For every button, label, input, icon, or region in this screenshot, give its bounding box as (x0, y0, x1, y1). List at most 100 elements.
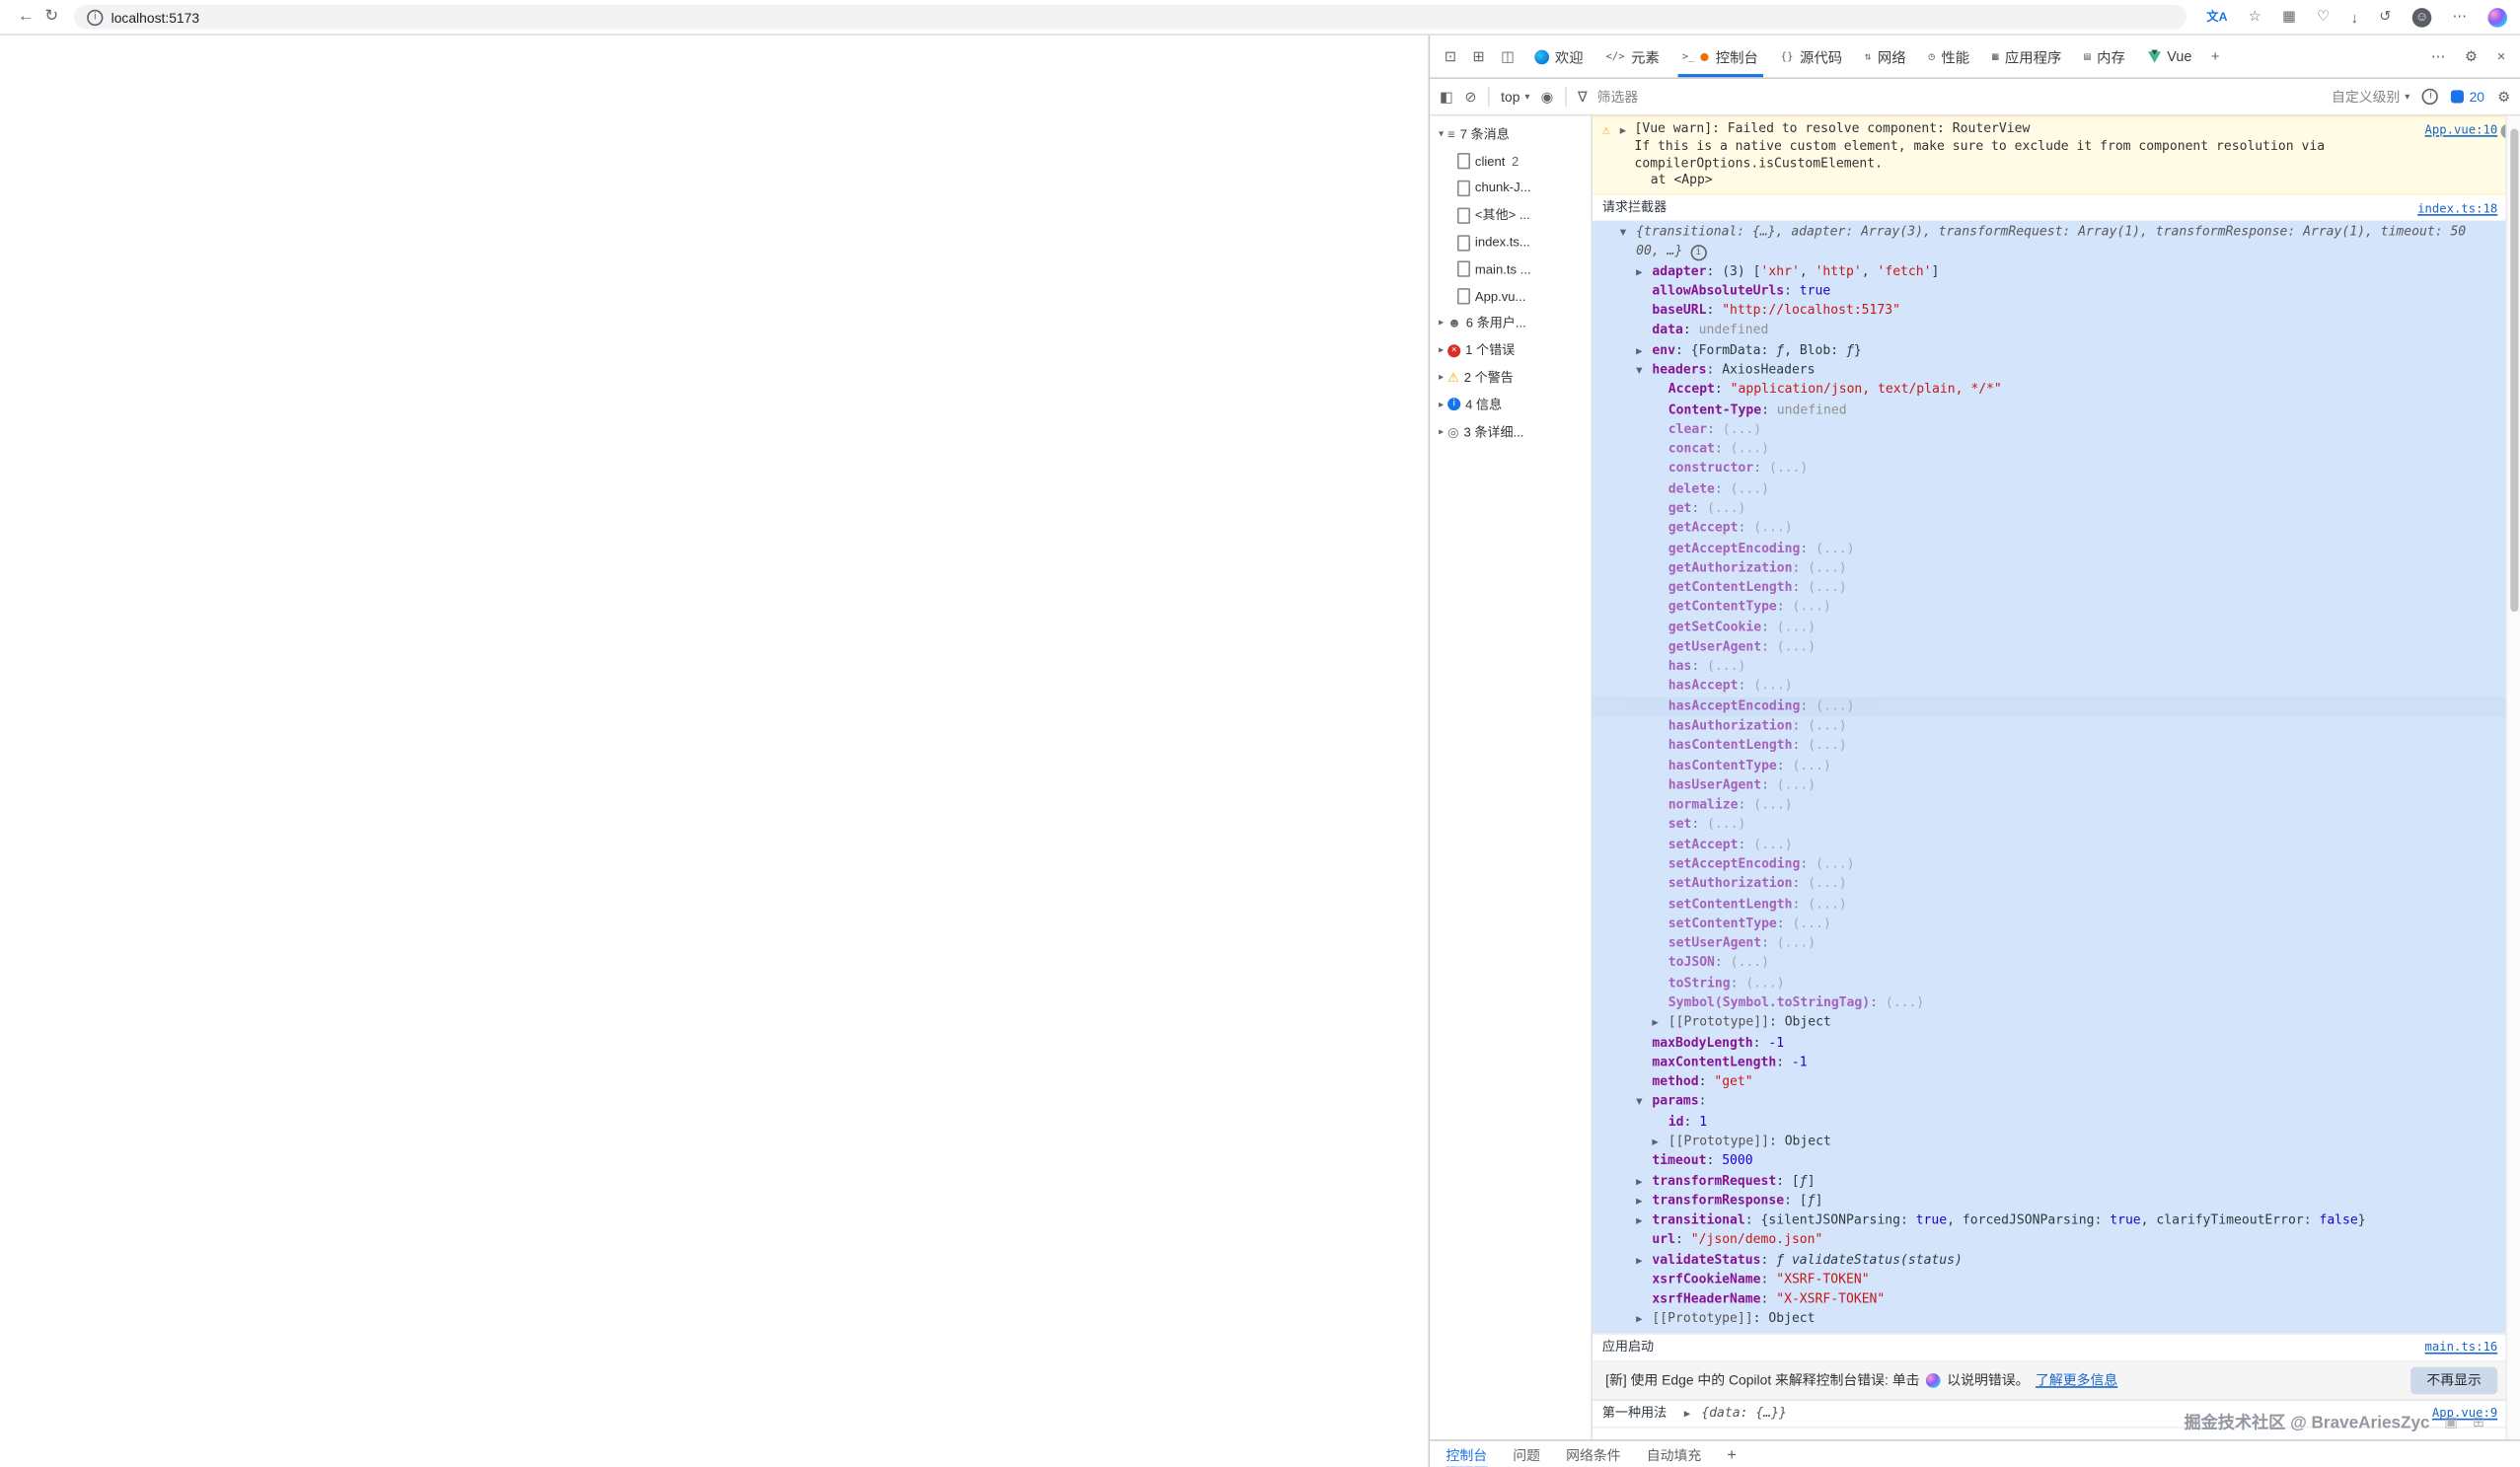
devtools-close-icon[interactable]: × (2489, 48, 2514, 64)
browser-essentials-icon[interactable]: ♡ (2317, 8, 2330, 26)
inspect-element-icon[interactable]: ⊡ (1437, 47, 1465, 65)
device-toolbar-icon[interactable]: ⊞ (1464, 47, 1493, 65)
console-info-icon[interactable]: i (2422, 89, 2438, 105)
expander-icon[interactable]: ▸ (1435, 345, 1447, 356)
profile-avatar[interactable]: ☺ (2412, 7, 2432, 27)
expander-icon[interactable]: ▾ (1435, 128, 1447, 139)
sidebar-item[interactable]: ▸◎3 条详细... (1430, 418, 1591, 445)
property-value: true (1916, 1212, 1947, 1227)
tab-sources[interactable]: {}源代码 (1769, 36, 1853, 77)
console-property-row[interactable]: ▶env: {FormData: ƒ, Blob: ƒ} (1593, 340, 2520, 360)
console-sidebar-toggle-icon[interactable]: ◧ (1440, 88, 1453, 106)
tab-performance[interactable]: ◷性能 (1917, 36, 1981, 77)
source-link[interactable]: App.vue:10 (2425, 121, 2498, 139)
console-property-row[interactable]: ▶adapter: (3) ['xhr', 'http', 'fetch'] (1593, 261, 2520, 281)
drawer-tab[interactable]: 自动填充 (1647, 1441, 1702, 1467)
property-value: "http://localhost:5173" (1722, 303, 1900, 318)
expander-icon[interactable]: ▶ (1620, 122, 1626, 140)
drawer-add-icon[interactable]: + (1727, 1446, 1737, 1464)
console-property-row[interactable]: ▶transitional: {silentJSONParsing: true,… (1593, 1210, 2520, 1230)
tab-network[interactable]: ⇅网络 (1854, 36, 1918, 77)
sidebar-item[interactable]: chunk-J... (1430, 175, 1591, 201)
console-property-row[interactable]: ▶[[Prototype]]: Object (1593, 1132, 2520, 1151)
expander-icon[interactable]: ▸ (1435, 372, 1447, 383)
tab-console[interactable]: >_控制台 (1670, 36, 1769, 77)
expander-icon[interactable]: ▸ (1435, 400, 1447, 410)
tab-memory[interactable]: ▤内存 (2073, 36, 2137, 77)
frame-context-select[interactable]: top ▾ (1501, 89, 1529, 105)
downloads-icon[interactable]: ↓ (2351, 9, 2358, 25)
sidebar-item[interactable]: ▸i4 信息 (1430, 392, 1591, 418)
sidebar-item[interactable]: main.ts ... (1430, 256, 1591, 282)
refresh-icon[interactable]: ↻ (38, 8, 64, 26)
clear-console-icon[interactable]: ⊘ (1464, 88, 1476, 106)
expander-icon[interactable]: ▸ (1435, 318, 1447, 329)
more-menu-icon[interactable]: ⋯ (2453, 8, 2468, 26)
sidebar-item[interactable]: client2 (1430, 148, 1591, 175)
expander-icon[interactable]: ▶ (1636, 340, 1652, 360)
source-link[interactable]: index.ts:18 (2417, 199, 2497, 218)
tab-application[interactable]: ▦应用程序 (1981, 36, 2073, 77)
expander-icon[interactable]: ▶ (1636, 1171, 1652, 1191)
console-property-row[interactable]: ▼params: (1593, 1092, 2520, 1112)
source-link[interactable]: main.ts:16 (2425, 1339, 2498, 1357)
drawer-tab[interactable]: 问题 (1513, 1441, 1540, 1467)
expander-icon[interactable]: ▸ (1435, 426, 1447, 437)
expander-icon[interactable]: ▶ (1636, 1210, 1652, 1230)
more-tabs-icon[interactable]: + (2203, 48, 2228, 64)
sidebar-item[interactable]: ▸⚠2 个警告 (1430, 364, 1591, 391)
issues-counter[interactable]: 20 (2452, 89, 2484, 105)
learn-more-link[interactable]: 了解更多信息 (2036, 1370, 2117, 1390)
expander-icon[interactable]: ▶ (1652, 1132, 1668, 1151)
sidebar-item[interactable]: <其他> ... (1430, 202, 1591, 229)
tab-elements[interactable]: </>元素 (1594, 36, 1670, 77)
history-icon[interactable]: ↺ (2379, 8, 2391, 26)
console-property-row[interactable]: ▶[[Prototype]]: Object (1593, 1310, 2520, 1330)
live-expression-eye-icon[interactable]: ◉ (1541, 88, 1554, 106)
expander-icon[interactable]: ▶ (1636, 261, 1652, 281)
console-property-row[interactable]: ▼headers: AxiosHeaders (1593, 361, 2520, 381)
drawer-tab[interactable]: 控制台 (1446, 1441, 1488, 1467)
scrollbar-thumb[interactable] (2510, 129, 2518, 613)
site-info-icon[interactable]: i (87, 9, 103, 25)
expander-icon[interactable]: ▼ (1620, 222, 1636, 242)
expander-icon[interactable]: ▼ (1636, 1092, 1652, 1112)
console-log-entry[interactable]: 请求拦截器 index.ts:18 ▼{transitional: {…}, a… (1593, 195, 2520, 1335)
favorites-star-icon[interactable]: ☆ (2249, 8, 2261, 26)
sidebar-item[interactable]: ▸☻6 条用户... (1430, 310, 1591, 336)
console-property-row[interactable]: ▶validateStatus: ƒ validateStatus(status… (1593, 1250, 2520, 1270)
console-log-entry[interactable]: 应用启动 main.ts:16 (1593, 1335, 2520, 1361)
console-filter-input[interactable] (1594, 87, 1841, 107)
expander-icon[interactable]: ▶ (1636, 1250, 1652, 1270)
sidebar-item[interactable]: App.vu... (1430, 283, 1591, 310)
drawer-tab[interactable]: 网络条件 (1566, 1441, 1621, 1467)
sidebar-item[interactable]: index.ts... (1430, 229, 1591, 256)
log-levels-select[interactable]: 自定义级别 ▾ (2332, 87, 2409, 107)
object-preview-row[interactable]: ▼{transitional: {…}, adapter: Array(3), … (1593, 222, 2520, 261)
expander-icon[interactable]: ▶ (1636, 1310, 1652, 1330)
expander-icon[interactable]: ▶ (1636, 1191, 1652, 1210)
console-warning-entry[interactable]: ⚠ ▶ [Vue warn]: Failed to resolve compon… (1593, 116, 2520, 195)
sidebar-item[interactable]: ▾≡7 条消息 (1430, 120, 1591, 147)
expander-icon[interactable]: ▼ (1636, 361, 1652, 381)
devtools-more-icon[interactable]: ⋯ (2423, 47, 2454, 65)
address-bar[interactable]: i localhost:5173 (74, 5, 2187, 29)
tab-welcome[interactable]: 欢迎 (1522, 36, 1594, 77)
translate-icon[interactable]: 文A (2206, 8, 2227, 26)
console-settings-gear-icon[interactable]: ⚙ (2497, 88, 2510, 106)
dont-show-again-button[interactable]: 不再显示 (2410, 1366, 2497, 1394)
copilot-icon[interactable] (2487, 7, 2507, 27)
sidebar-item[interactable]: ▸×1 个错误 (1430, 337, 1591, 364)
tab-vue[interactable]: Vue (2136, 36, 2202, 77)
expander-icon[interactable]: ▶ (1684, 1407, 1690, 1420)
devtools-settings-icon[interactable]: ⚙ (2457, 47, 2486, 65)
console-property-row[interactable]: ▶transformRequest: [ƒ] (1593, 1171, 2520, 1191)
panel-layout-icon[interactable]: ◫ (1493, 47, 1522, 65)
console-property-row[interactable]: ▶transformResponse: [ƒ] (1593, 1191, 2520, 1210)
console-scrollbar[interactable] (2505, 116, 2520, 1440)
collections-icon[interactable]: ▦ (2282, 8, 2296, 26)
back-icon[interactable]: ← (13, 8, 38, 26)
console-property-row[interactable]: ▶[[Prototype]]: Object (1593, 1013, 2520, 1033)
expander-icon[interactable]: ▶ (1652, 1013, 1668, 1033)
colon-separator: : (1761, 777, 1777, 792)
